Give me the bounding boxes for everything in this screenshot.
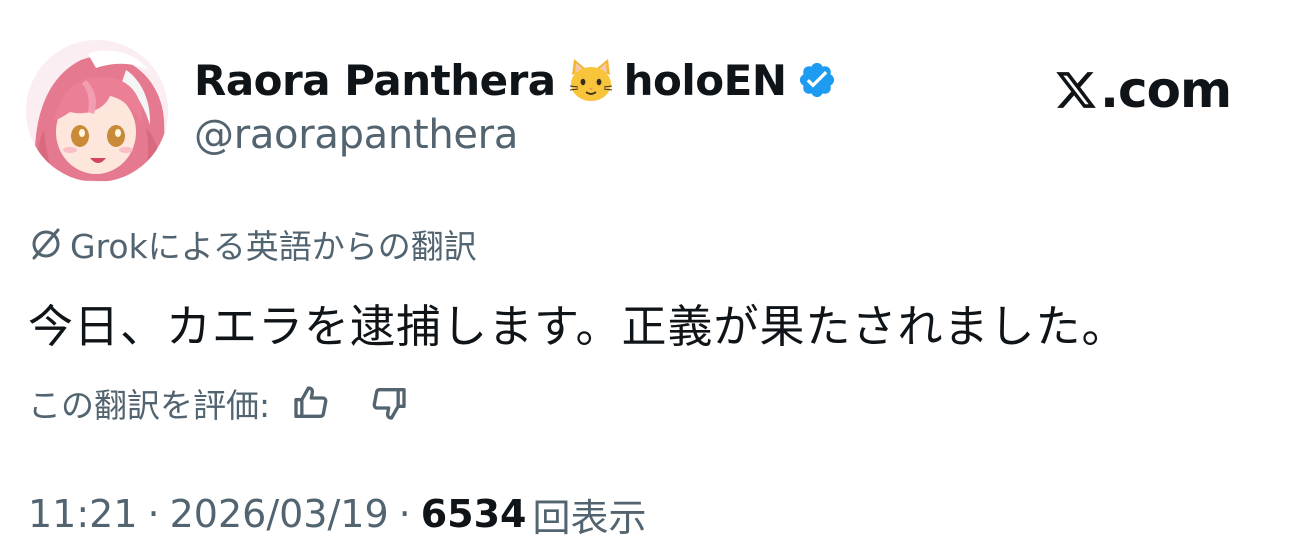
thumbs-up-button[interactable] — [288, 380, 334, 426]
avatar-image — [26, 40, 168, 182]
cat-face-icon — [566, 55, 616, 105]
tweet-meta: 11:21 · 2026/03/19 · 6534 回表示 — [28, 488, 647, 540]
thumbs-down-button[interactable] — [366, 380, 412, 426]
rate-translation-label: この翻訳を評価: — [28, 386, 271, 425]
tweet-text: 今日、カエラを逮捕します。正義が果たされました。 — [28, 300, 1128, 353]
brand-domain: .com — [1100, 61, 1232, 119]
thumbs-down-icon — [372, 388, 406, 420]
avatar[interactable] — [26, 40, 168, 182]
views-label: 回表示 — [532, 495, 647, 540]
tweet-time[interactable]: 11:21 — [28, 492, 138, 536]
meta-separator: · — [398, 492, 411, 536]
translation-label: Grokによる英語からの翻訳 — [70, 227, 477, 266]
affiliation[interactable]: holoEN — [624, 56, 787, 105]
x-logo-icon — [1056, 72, 1096, 108]
grok-icon — [32, 228, 60, 260]
rate-translation-row: この翻訳を評価: — [28, 380, 412, 426]
tweet-date[interactable]: 2026/03/19 — [170, 492, 389, 536]
author-name-row[interactable]: Raora Panthera holoEN — [194, 52, 837, 108]
meta-separator: · — [147, 492, 160, 536]
thumbs-up-icon — [294, 386, 328, 418]
display-name[interactable]: Raora Panthera — [194, 56, 556, 105]
verified-badge-icon[interactable] — [797, 60, 837, 100]
author-handle[interactable]: @raorapanthera — [194, 112, 518, 158]
brand-logo: .com — [1054, 60, 1232, 120]
translation-attribution: Grokによる英語からの翻訳 — [28, 222, 477, 266]
views-count[interactable]: 6534 — [421, 492, 527, 536]
